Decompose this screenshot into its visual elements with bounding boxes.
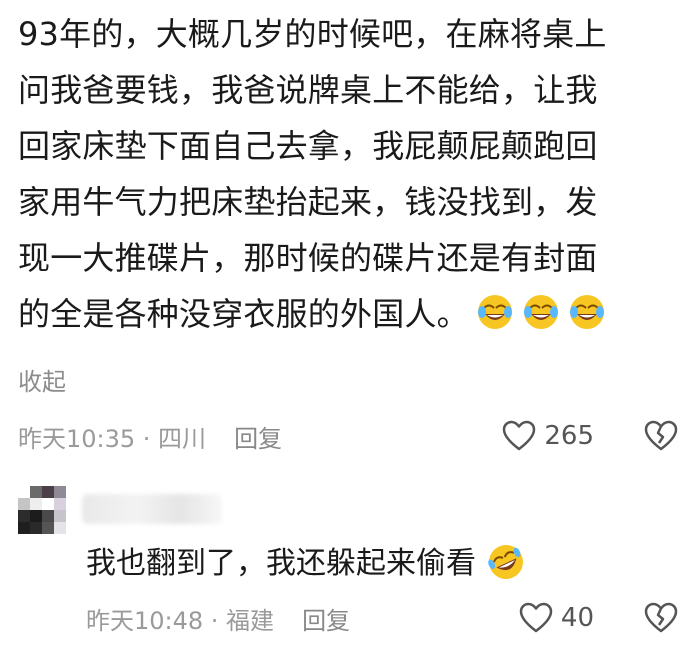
comment-line: 现一大推碟片，那时候的碟片还是有封面: [18, 239, 598, 277]
heart-icon: [519, 602, 553, 633]
reply-meta: 昨天10:48 · 福建 回复 40: [86, 596, 678, 640]
comment-line: 93年的，大概几岁的时候吧，在麻将桌上: [18, 15, 607, 53]
comment-line: 家用牛气力把床垫抬起来，钱没找到，发: [18, 183, 598, 221]
crying-laughing-emoji-icon: [569, 295, 604, 329]
broken-heart-icon: [644, 420, 678, 451]
crying-laughing-emoji-icon: [523, 295, 558, 329]
reply-text: 我也翻到了，我还躲起来偷看: [86, 538, 526, 590]
crying-laughing-emoji-icon: [477, 295, 512, 329]
time-location: 昨天10:35 · 四川: [18, 424, 207, 453]
time-location: 昨天10:48 · 福建: [86, 606, 275, 635]
comment-text: 93年的，大概几岁的时候吧，在麻将桌上 问我爸要钱，我爸说牌桌上不能给，让我 回…: [18, 0, 678, 342]
dislike-button[interactable]: [644, 602, 678, 634]
comment-line: 问我爸要钱，我爸说牌桌上不能给，让我: [18, 71, 598, 109]
heart-icon: [503, 420, 536, 451]
dislike-button[interactable]: [644, 420, 678, 452]
comment: 93年的，大概几岁的时候吧，在麻将桌上 问我爸要钱，我爸说牌桌上不能给，让我 回…: [18, 0, 678, 453]
broken-heart-icon: [644, 602, 678, 633]
reply-button[interactable]: 回复: [234, 419, 282, 454]
comment-line-text: 的全是各种没穿衣服的外国人。: [18, 295, 469, 333]
rolling-laughing-emoji-icon: [487, 544, 523, 579]
reply-button[interactable]: 回复: [302, 601, 350, 636]
emoji-group: [475, 292, 607, 332]
comment-meta: 昨天10:35 · 四川 回复 265: [18, 414, 678, 458]
reply-text-content: 我也翻到了，我还躲起来偷看: [86, 546, 476, 581]
collapse-button[interactable]: 收起: [18, 362, 66, 397]
username-blurred[interactable]: [82, 494, 222, 524]
like-count: 40: [560, 603, 594, 633]
avatar[interactable]: [18, 486, 66, 534]
like-button[interactable]: 265: [502, 420, 594, 452]
like-button[interactable]: 40: [519, 602, 594, 634]
comment-line: 回家床垫下面自己去拿，我屁颠屁颠跑回: [18, 127, 598, 165]
comment-line-last: 的全是各种没穿衣服的外国人。: [18, 286, 678, 342]
like-count: 265: [544, 421, 594, 451]
